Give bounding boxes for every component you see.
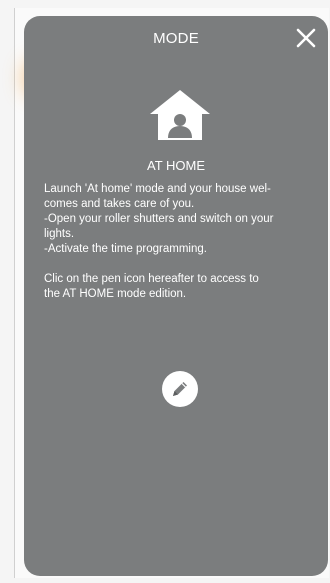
mode-description: Launch 'At home' mode and your house wel… bbox=[44, 182, 312, 302]
home-user-icon bbox=[148, 88, 212, 142]
description-line: the AT HOME mode edition. bbox=[44, 288, 187, 300]
modal-title: MODE bbox=[153, 30, 199, 47]
description-line: comes and takes care of you. bbox=[44, 198, 195, 210]
edit-mode-button[interactable] bbox=[162, 371, 198, 407]
description-line: -Open your roller shutters and switch on… bbox=[44, 213, 274, 225]
modal-header: MODE bbox=[24, 18, 328, 62]
close-icon[interactable] bbox=[290, 24, 320, 54]
description-line: lights. bbox=[44, 228, 75, 240]
pen-icon bbox=[173, 382, 187, 396]
description-line: -Activate the time programming. bbox=[44, 243, 207, 255]
description-line: Clic on the pen icon hereafter to access… bbox=[44, 273, 259, 285]
description-line: Launch 'At home' mode and your house wel… bbox=[44, 183, 271, 195]
mode-name: AT HOME bbox=[146, 158, 206, 173]
